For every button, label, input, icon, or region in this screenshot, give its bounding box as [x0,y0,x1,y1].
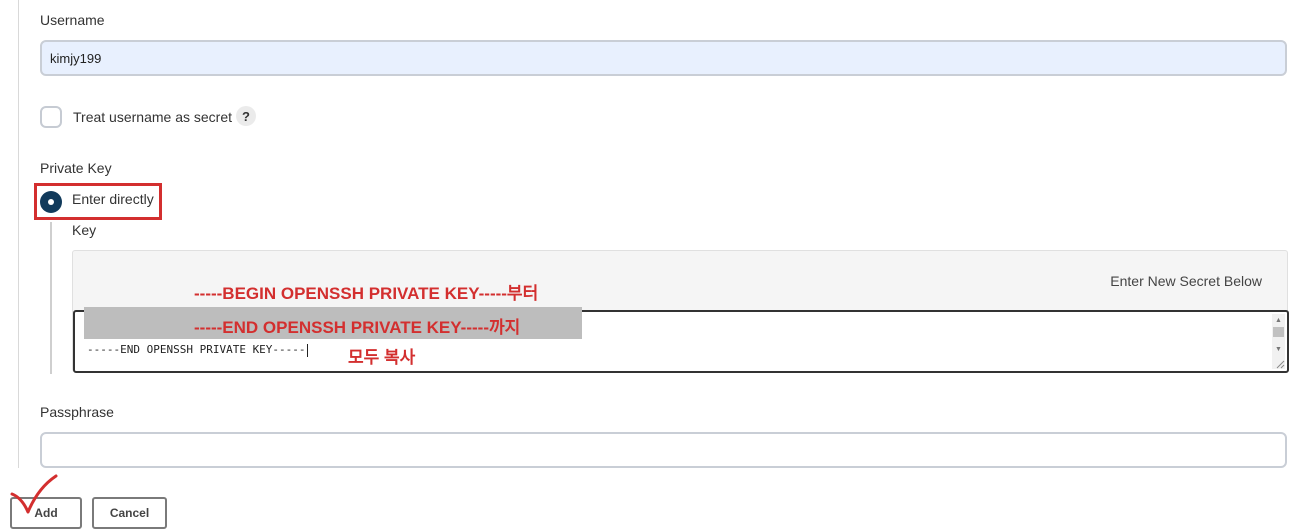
secret-hint: Enter New Secret Below [1110,273,1262,289]
scroll-up-icon[interactable]: ▲ [1272,314,1285,326]
annotation-copy-all: 모두 복사 [348,348,416,367]
key-label: Key [72,222,97,238]
scroll-down-icon[interactable]: ▼ [1272,343,1285,355]
help-icon[interactable]: ? [236,106,256,126]
enter-directly-radio[interactable] [40,191,62,213]
private-key-label: Private Key [40,160,112,176]
treat-username-secret-checkbox[interactable] [40,106,62,128]
form-left-border [18,0,19,468]
cancel-button[interactable]: Cancel [92,497,167,529]
annotation-begin-line: -----BEGIN OPENSSH PRIVATE KEY-----부터 [194,284,539,303]
radio-dot-icon [48,199,54,205]
username-value: kimjy199 [50,50,102,66]
treat-username-secret-label: Treat username as secret [73,109,232,125]
key-text: -----END OPENSSH PRIVATE KEY----- [87,343,308,357]
nested-section-border [50,222,52,374]
resize-grip-icon[interactable] [1275,359,1285,369]
passphrase-label: Passphrase [40,404,114,420]
passphrase-input[interactable] [40,432,1287,468]
scroll-thumb[interactable] [1273,327,1284,337]
annotation-end-line: -----END OPENSSH PRIVATE KEY-----까지 [194,318,521,337]
enter-directly-label: Enter directly [72,191,154,207]
text-caret [306,343,308,357]
username-input[interactable]: kimjy199 [40,40,1287,76]
checkmark-annotation-icon [10,474,58,514]
username-label: Username [40,12,105,28]
